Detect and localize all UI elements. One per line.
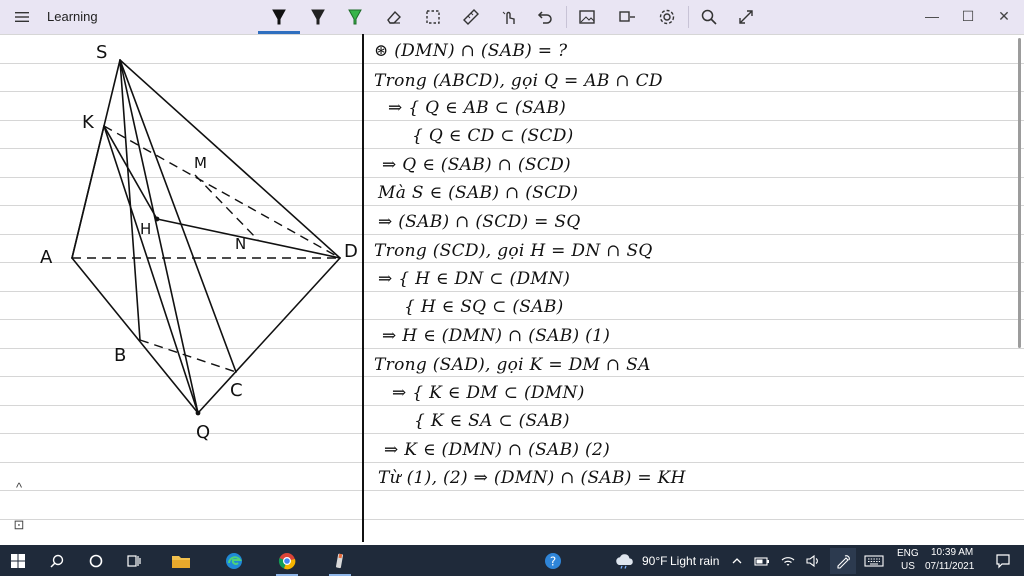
chevron-up-icon[interactable] (724, 548, 750, 574)
note-line: Trong (SCD), gọi H = DN ∩ SQ (374, 241, 653, 261)
volume-icon[interactable] (801, 548, 825, 574)
clock-time[interactable]: 10:39 AM (931, 547, 973, 558)
undo-icon[interactable] (532, 5, 558, 29)
search-icon[interactable] (42, 548, 72, 574)
note-line: Trong (ABCD), gọi Q = AB ∩ CD (374, 71, 663, 91)
note-line: { H ∈ SQ ⊂ (SAB) (404, 297, 564, 317)
whiteboard-app-icon[interactable] (325, 548, 355, 576)
note-line: ⇒ H ∈ (DMN) ∩ (SAB) (1) (382, 326, 611, 346)
close-button[interactable]: ✕ (990, 4, 1018, 28)
note-line: Mà S ∈ (SAB) ∩ (SCD) (378, 183, 579, 203)
toolbar-separator (688, 6, 689, 28)
cortana-icon[interactable] (81, 548, 111, 574)
note-line: { Q ∈ CD ⊂ (SCD) (412, 126, 574, 146)
label-B: B (114, 345, 127, 366)
edge-DQ (197, 257, 341, 414)
ruler-icon[interactable] (458, 5, 484, 29)
maximize-button[interactable]: ☐ (954, 4, 982, 28)
insert-shape-icon[interactable] (614, 5, 640, 29)
point-H (154, 216, 160, 222)
note-canvas[interactable]: S K M H N A D B C Q ⊛ (DMN) ∩ (SAB) = ? … (0, 34, 1024, 542)
weather-condition: Light rain (670, 554, 720, 568)
insert-image-icon[interactable] (574, 5, 600, 29)
edge-HD (156, 218, 341, 259)
note-line: ⇒ (SAB) ∩ (SCD) = SQ (378, 212, 581, 232)
settings-icon[interactable] (654, 5, 680, 29)
zoom-icon[interactable] (696, 5, 722, 29)
label-C: C (230, 380, 243, 401)
label-Q: Q (196, 422, 211, 443)
edge-AB (71, 257, 199, 414)
fit-page-button[interactable]: ⊡ (8, 516, 30, 534)
label-S: S (96, 42, 108, 63)
minimize-button[interactable]: — (918, 4, 946, 28)
note-line: { K ∈ SA ⊂ (SAB) (414, 411, 570, 431)
note-line: ⊛ (DMN) ∩ (SAB) = ? (374, 41, 568, 61)
chrome-browser-icon[interactable] (272, 548, 302, 576)
edge-browser-icon[interactable] (219, 548, 249, 574)
label-D: D (344, 241, 358, 262)
edge-SD (119, 59, 341, 259)
note-line: ⇒ { K ∈ DM ⊂ (DMN) (392, 383, 585, 403)
file-explorer-icon[interactable] (166, 548, 196, 574)
language-code[interactable]: ENG (897, 548, 919, 559)
label-H: H (140, 220, 152, 238)
help-icon[interactable]: ? (538, 548, 568, 574)
battery-icon[interactable] (750, 548, 774, 574)
note-line: ⇒ Q ∈ (SAB) ∩ (SCD) (382, 155, 571, 175)
edge-KA (71, 125, 105, 259)
title-bar: Learning — ☐ ✕ (0, 0, 1024, 34)
pen-dark-icon[interactable] (305, 5, 331, 29)
note-line: Trong (SAD), gọi K = DM ∩ SA (374, 355, 651, 375)
label-N: N (235, 235, 247, 253)
touch-writing-icon[interactable] (496, 5, 522, 29)
pyramid-figure (71, 59, 341, 416)
clock-date[interactable]: 07/11/2021 (925, 561, 974, 572)
svg-text:?: ? (550, 555, 556, 569)
label-A: A (40, 247, 53, 268)
weather-temperature: 90°F (642, 554, 668, 568)
fullscreen-icon[interactable] (733, 5, 759, 29)
pen-black-icon[interactable] (258, 5, 300, 34)
collapse-button[interactable]: ^ (8, 478, 30, 496)
weather-cloud-icon[interactable] (610, 548, 640, 574)
app-title: Learning (47, 9, 98, 24)
note-line: ⇒ { H ∈ DN ⊂ (DMN) (378, 269, 571, 289)
task-view-icon[interactable] (119, 548, 149, 574)
edge-KQ (103, 125, 199, 414)
lasso-select-icon[interactable] (420, 5, 446, 29)
label-K: K (82, 112, 94, 133)
note-line: ⇒ { Q ∈ AB ⊂ (SAB) (388, 98, 567, 118)
highlighter-green-icon[interactable] (342, 5, 368, 29)
language-region[interactable]: US (901, 561, 915, 572)
vertical-scrollbar[interactable] (1018, 38, 1021, 348)
eraser-icon[interactable] (381, 5, 407, 29)
touch-keyboard-icon[interactable] (860, 548, 888, 574)
note-line: ⇒ K ∈ (DMN) ∩ (SAB) (2) (384, 440, 611, 460)
pen-workspace-icon[interactable] (830, 548, 856, 574)
notification-icon[interactable] (990, 548, 1016, 574)
start-windows-icon[interactable] (3, 548, 33, 574)
note-line: Từ (1), (2) ⇒ (DMN) ∩ (SAB) = KH (378, 468, 686, 488)
point-Q (195, 410, 201, 416)
label-M: M (194, 154, 207, 172)
toolbar-separator (566, 6, 567, 28)
taskbar: ? 90°F Light rain ENG US 10:39 AM 07/11/… (0, 545, 1024, 576)
hamburger-icon[interactable] (14, 9, 30, 25)
page-divider (362, 34, 364, 542)
app-window: Learning — ☐ ✕ S K M H N A D B C Q ⊛ (DM… (0, 0, 1024, 576)
wifi-icon[interactable] (776, 548, 800, 574)
